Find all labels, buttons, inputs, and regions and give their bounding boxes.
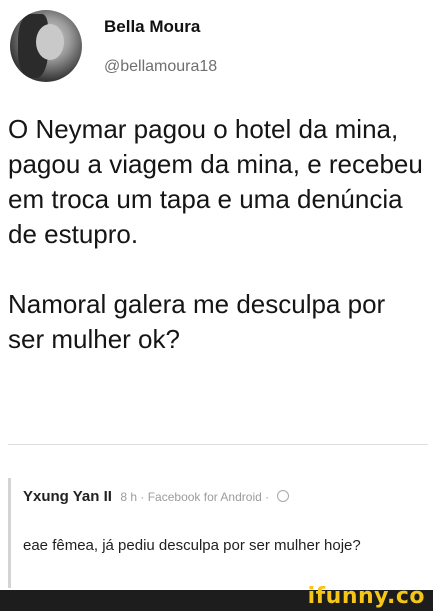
ifunny-watermark: ifunny.co [307, 584, 425, 609]
comment-author[interactable]: Yxung Yan II [23, 488, 112, 505]
avatar-face [36, 24, 64, 60]
display-name[interactable]: Bella Moura [104, 17, 200, 37]
globe-icon [276, 490, 289, 502]
footer-bar: ifunny.co [0, 584, 433, 611]
comment-text: eae fêmea, já pediu desculpa por ser mul… [23, 537, 361, 554]
tweet-paragraph: O Neymar pagou o hotel da mina, pagou a … [8, 114, 423, 249]
comment-meta: 8 h · Facebook for Android · [120, 490, 270, 504]
tweet-body: O Neymar pagou o hotel da mina, pagou a … [8, 112, 428, 357]
comment-header: Yxung Yan II 8 h · Facebook for Android … [23, 488, 289, 506]
comment-quote-bar [8, 478, 11, 588]
facebook-comment: Yxung Yan II 8 h · Facebook for Android … [8, 478, 433, 588]
tweet-card: Bella Moura @bellamoura18 O Neymar pagou… [0, 0, 433, 450]
tweet-paragraph: Namoral galera me desculpa por ser mulhe… [8, 289, 386, 354]
avatar[interactable] [10, 10, 82, 82]
user-handle[interactable]: @bellamoura18 [104, 58, 217, 76]
divider [8, 444, 428, 445]
